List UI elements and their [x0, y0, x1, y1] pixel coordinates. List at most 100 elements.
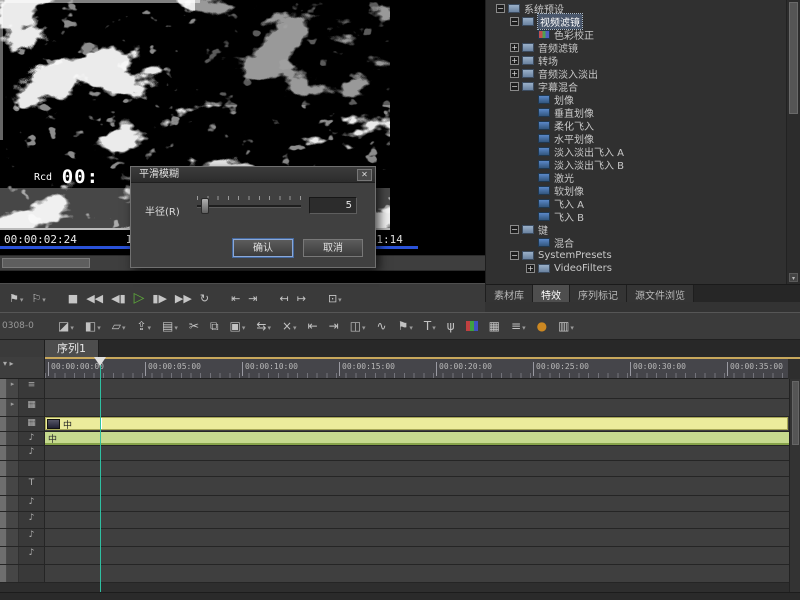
tree-collapse-icon[interactable]: − [496, 4, 505, 13]
effects-scrollbar[interactable]: ▾ [786, 0, 800, 284]
playhead-marker-icon[interactable] [94, 357, 106, 366]
ripple-delete-button[interactable]: ⇆▾ [252, 319, 275, 333]
track-expand-icon[interactable] [7, 461, 19, 476]
mark-out-flag-button[interactable]: ⚐▾ [28, 291, 48, 306]
track-left-strip[interactable] [0, 565, 7, 582]
radius-slider[interactable] [197, 205, 301, 208]
audio-track-content[interactable]: 中 [45, 432, 800, 445]
track-blank-icon[interactable] [19, 565, 45, 582]
track-expand-icon[interactable] [7, 477, 19, 495]
tree-expand-icon[interactable]: + [510, 43, 519, 52]
mark-in-flag-button[interactable]: ⚑▾ [6, 291, 26, 306]
track-left-strip[interactable] [0, 379, 7, 398]
track-content[interactable] [45, 565, 800, 582]
stop-button[interactable]: ■ [65, 291, 81, 306]
color-bars-button[interactable] [462, 319, 482, 333]
tree-item-音频淡入淡出[interactable]: +音频淡入淡出 [486, 67, 786, 80]
cancel-button[interactable]: 取消 [303, 239, 363, 257]
add-transition-button[interactable]: ◫▾ [346, 319, 370, 333]
tree-item-垂直划像[interactable]: 垂直划像 [486, 106, 786, 119]
title-button[interactable]: T▾ [420, 319, 440, 333]
track-speaker-icon[interactable]: ♪ [19, 547, 45, 564]
panel-tab-素材库[interactable]: 素材库 [486, 285, 533, 302]
track-speaker-icon[interactable]: ♪ [19, 446, 45, 460]
track-content[interactable]: 中 [45, 417, 800, 431]
timeline-ruler[interactable]: 00:00:00:0000:00:05:0000:00:10:0000:00:1… [45, 357, 788, 379]
playhead-line[interactable] [100, 357, 101, 592]
tree-item-淡入淡出飞入 B[interactable]: 淡入淡出飞入 B [486, 158, 786, 171]
track-content[interactable] [45, 547, 800, 564]
tree-item-混合[interactable]: 混合 [486, 236, 786, 249]
track-expand-icon[interactable] [7, 565, 19, 582]
tree-collapse-icon[interactable]: − [510, 17, 519, 26]
export-button[interactable]: ⇪▾ [132, 319, 155, 333]
tree-item-键[interactable]: −键 [486, 223, 786, 236]
track-expand-icon[interactable] [7, 446, 19, 460]
goto-in-button[interactable]: ⇤ [228, 291, 243, 306]
capture-button[interactable]: ● [533, 319, 551, 333]
tree-item-VideoFilters[interactable]: +VideoFilters [486, 262, 786, 275]
tree-item-淡入淡出飞入 A[interactable]: 淡入淡出飞入 A [486, 145, 786, 158]
track-film-icon[interactable]: ▦ [19, 417, 45, 431]
track-left-strip[interactable] [0, 461, 7, 476]
track-speaker-icon[interactable]: ♪ [19, 529, 45, 546]
transition-mode-button[interactable]: ◪▾ [54, 319, 78, 333]
timeline-vscrollbar-thumb[interactable] [792, 381, 799, 445]
track-content[interactable] [45, 512, 800, 528]
paste-button[interactable]: ▣▾ [226, 319, 250, 333]
track-film-icon[interactable]: ▦ [19, 399, 45, 416]
tree-item-视频滤镜[interactable]: −视频滤镜 [486, 15, 786, 28]
panel-tab-特效[interactable]: 特效 [533, 285, 570, 302]
track-expand-icon[interactable] [7, 432, 19, 445]
track-blank-icon[interactable] [19, 461, 45, 476]
save-project-button[interactable]: ▤▾ [158, 319, 182, 333]
track-left-strip[interactable] [0, 477, 7, 495]
track-expand-icon[interactable] [7, 547, 19, 564]
track-expand-icon[interactable] [7, 529, 19, 546]
tree-item-软划像[interactable]: 软划像 [486, 184, 786, 197]
ok-button[interactable]: 确认 [233, 239, 293, 257]
tree-item-飞入 A[interactable]: 飞入 A [486, 197, 786, 210]
track-grid-icon[interactable]: ≡ [19, 379, 45, 398]
play-button[interactable]: ▷ [131, 289, 148, 307]
cut-button[interactable]: ✂ [185, 319, 203, 333]
step-forward-button[interactable]: ▮▶ [149, 291, 170, 306]
tree-item-转场[interactable]: +转场 [486, 54, 786, 67]
panel-tab-源文件浏览[interactable]: 源文件浏览 [627, 285, 694, 302]
dissolve-button[interactable]: ◧▾ [81, 319, 105, 333]
track-content[interactable] [45, 477, 800, 495]
tree-item-水平划像[interactable]: 水平划像 [486, 132, 786, 145]
track-expand-icon[interactable]: ▸ [7, 399, 19, 416]
rewind-button[interactable]: ◀◀ [83, 291, 106, 306]
track-left-strip[interactable] [0, 496, 7, 511]
track-left-strip[interactable] [0, 446, 7, 460]
loop-play-button[interactable]: ↻ [197, 291, 212, 306]
tree-item-划像[interactable]: 划像 [486, 93, 786, 106]
tree-item-字幕混合[interactable]: −字幕混合 [486, 80, 786, 93]
track-left-strip[interactable] [0, 432, 7, 445]
preview-scrollbar-thumb[interactable] [2, 258, 90, 268]
fast-forward-button[interactable]: ▶▶ [172, 291, 195, 306]
goto-out-button[interactable]: ⇥ [245, 291, 260, 306]
track-expand-icon[interactable] [7, 512, 19, 528]
track-content[interactable] [45, 496, 800, 511]
track-expand-icon[interactable] [7, 496, 19, 511]
track-speaker-icon[interactable]: ♪ [19, 496, 45, 511]
scroll-down-icon[interactable]: ▾ [789, 273, 798, 282]
tree-item-激光[interactable]: 激光 [486, 171, 786, 184]
timeline-clip[interactable]: 中 [45, 417, 788, 430]
copy-button[interactable]: ⧉ [206, 319, 223, 333]
tree-item-SystemPresets[interactable]: −SystemPresets [486, 249, 786, 262]
tree-expand-icon[interactable]: + [510, 56, 519, 65]
panel-tab-序列标记[interactable]: 序列标记 [570, 285, 627, 302]
track-content[interactable] [45, 461, 800, 476]
radius-slider-thumb[interactable] [201, 198, 209, 214]
track-content[interactable] [45, 529, 800, 546]
track-expand-icon[interactable] [7, 417, 19, 431]
track-left-strip[interactable] [0, 399, 7, 416]
step-back-button[interactable]: ◀▮ [108, 291, 129, 306]
export-frame-button[interactable]: ⊡▾ [325, 291, 345, 306]
track-left-strip[interactable] [0, 417, 7, 431]
tree-expand-icon[interactable]: + [526, 264, 535, 273]
tree-item-飞入 B[interactable]: 飞入 B [486, 210, 786, 223]
